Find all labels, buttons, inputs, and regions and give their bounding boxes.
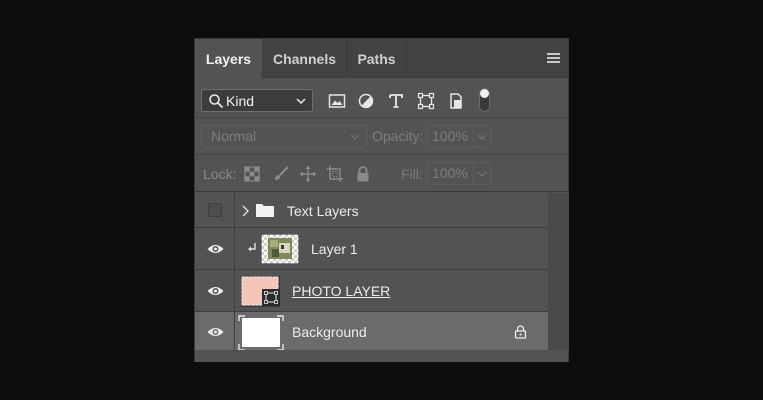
panel-menu-icon[interactable] [547,53,560,63]
lock-row: Lock: Fill: 100% [195,156,568,192]
blend-mode-value: Normal [211,128,257,144]
layer-thumbnail [241,276,280,307]
layer-row-text-layers[interactable]: Text Layers [195,193,548,228]
fill-field[interactable]: 100% [427,162,491,185]
filter-toggle-switch[interactable] [479,88,490,112]
image-filter-icon[interactable] [328,92,346,110]
chevron-down-icon [296,98,306,105]
chevron-down-icon [477,134,487,141]
layers-list: Text Layers Layer 1 PHOTO LAYER Backgrou… [195,193,548,352]
opacity-label: Opacity: [372,128,424,144]
shape-filter-icon[interactable] [417,92,435,110]
fill-dropdown[interactable] [473,163,490,184]
clipping-arrow-icon [248,243,256,252]
type-filter-icon[interactable] [387,92,405,110]
lock-icon [514,325,527,339]
visibility-cell[interactable] [195,312,235,351]
folder-icon [256,204,274,217]
chevron-down-icon [477,171,487,178]
lock-label: Lock: [203,166,237,182]
layers-panel: Layers Channels Paths Kind Normal Opacit… [194,38,569,362]
panel-tab-bar: Layers Channels Paths [195,39,568,79]
smart-object-filter-icon[interactable] [447,92,465,110]
fill-label: Fill: [401,166,423,182]
tab-layers[interactable]: Layers [195,39,263,79]
tab-channels[interactable]: Channels [263,39,347,78]
lock-transparent-pixels-icon[interactable] [243,165,261,183]
tab-paths[interactable]: Paths [347,39,407,78]
lock-position-icon[interactable] [299,165,317,183]
layer-name[interactable]: PHOTO LAYER [292,283,390,299]
lock-all-icon[interactable] [354,165,372,183]
chevron-right-icon[interactable] [241,205,249,217]
layer-name[interactable]: Layer 1 [311,241,358,257]
opacity-value: 100% [432,128,468,144]
lock-artboard-icon[interactable] [326,165,344,183]
chevron-down-icon [350,134,360,141]
opacity-dropdown[interactable] [473,126,490,147]
adjustment-filter-icon[interactable] [357,92,375,110]
layer-name[interactable]: Text Layers [287,203,359,219]
lock-image-pixels-icon[interactable] [272,165,290,183]
opacity-field[interactable]: 100% [427,125,491,148]
visibility-cell[interactable] [195,193,235,227]
layer-row-background[interactable]: Background [195,312,548,352]
layer-thumbnail [261,234,299,264]
layer-row-layer-1[interactable]: Layer 1 [195,228,548,270]
visibility-off-box[interactable] [208,203,222,217]
search-icon [209,93,224,108]
layer-thumbnail [238,315,284,351]
eye-icon[interactable] [207,243,224,255]
eye-icon[interactable] [207,326,224,338]
panel-footer [195,350,568,362]
fill-value: 100% [432,165,468,181]
filter-kind-select[interactable]: Kind [201,89,313,112]
blend-mode-select[interactable]: Normal [201,125,367,148]
layers-scrollbar[interactable] [548,193,569,350]
visibility-cell[interactable] [195,270,235,311]
filter-row: Kind [195,79,568,118]
blend-row: Normal Opacity: 100% [195,119,568,155]
layer-row-photo-layer[interactable]: PHOTO LAYER [195,270,548,312]
visibility-cell[interactable] [195,228,235,269]
eye-icon[interactable] [207,285,224,297]
layer-name[interactable]: Background [292,324,367,340]
filter-kind-label: Kind [226,92,255,109]
